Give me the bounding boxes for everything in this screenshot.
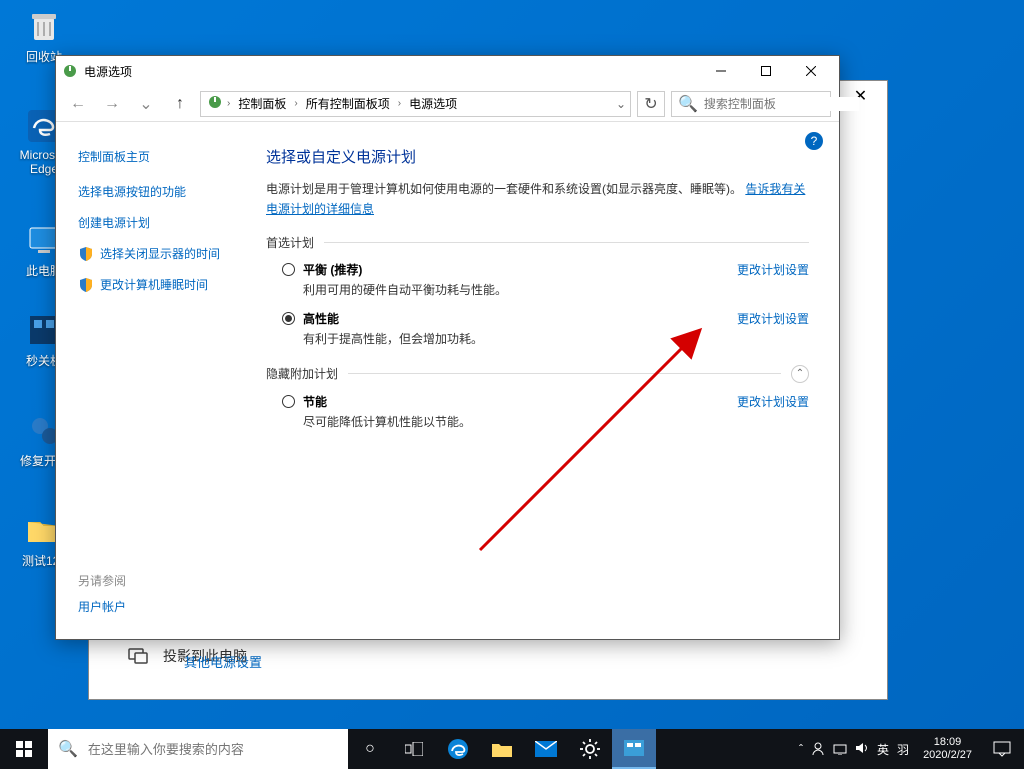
- plan-high-performance: 高性能 有利于提高性能，但会增加功耗。 更改计划设置: [266, 310, 809, 347]
- change-plan-link[interactable]: 更改计划设置: [737, 393, 809, 410]
- page-heading: 选择或自定义电源计划: [266, 146, 809, 167]
- window-body: 控制面板主页 选择电源按钮的功能 创建电源计划 选择关闭显示器的时间 更改计算机…: [56, 122, 839, 639]
- breadcrumb-icon: [207, 94, 223, 113]
- refresh-button[interactable]: ↻: [637, 91, 665, 117]
- chevron-right-icon: ›: [398, 98, 401, 109]
- breadcrumb-dropdown[interactable]: ⌄: [616, 97, 626, 111]
- main-content: ? 选择或自定义电源计划 电源计划是用于管理计算机如何使用电源的一套硬件和系统设…: [256, 122, 839, 639]
- divider: [324, 242, 809, 243]
- tray-network-icon[interactable]: [833, 741, 847, 758]
- sidebar-link[interactable]: 选择电源按钮的功能: [78, 183, 256, 200]
- taskbar-search-input[interactable]: [88, 742, 338, 757]
- nav-forward-button[interactable]: →: [98, 90, 126, 118]
- breadcrumb[interactable]: › 控制面板 › 所有控制面板项 › 电源选项 ⌄: [200, 91, 631, 117]
- shield-icon: [78, 246, 94, 262]
- plan-balanced: 平衡 (推荐) 利用可用的硬件自动平衡功耗与性能。 更改计划设置: [266, 261, 809, 298]
- start-button[interactable]: [0, 729, 48, 769]
- plan-name: 高性能: [303, 310, 737, 327]
- breadcrumb-item[interactable]: 所有控制面板项: [302, 93, 394, 114]
- shield-icon: [78, 277, 94, 293]
- page-description: 电源计划是用于管理计算机如何使用电源的一套硬件和系统设置(如显示器亮度、睡眠等)…: [266, 179, 809, 220]
- chevron-right-icon: ›: [227, 98, 230, 109]
- search-input[interactable]: [704, 97, 859, 111]
- tray-people-icon[interactable]: [811, 741, 825, 758]
- nav-up-button[interactable]: ↑: [166, 90, 194, 118]
- settings-partial-link[interactable]: 其他电源设置: [184, 652, 262, 671]
- description-text: 电源计划是用于管理计算机如何使用电源的一套硬件和系统设置(如显示器亮度、睡眠等)…: [266, 182, 742, 196]
- cortana-button[interactable]: ○: [348, 729, 392, 769]
- plan-description: 有利于提高性能，但会增加功耗。: [303, 330, 737, 347]
- maximize-button[interactable]: [743, 57, 788, 85]
- search-icon: 🔍: [58, 739, 78, 759]
- search-icon: 🔍: [678, 94, 698, 114]
- ime-indicator-2[interactable]: 羽: [897, 741, 909, 758]
- collapse-button[interactable]: ⌃: [791, 365, 809, 383]
- task-view-button[interactable]: [392, 729, 436, 769]
- user-accounts-link[interactable]: 用户帐户: [78, 598, 126, 615]
- radio-button[interactable]: [282, 395, 295, 408]
- plan-power-saver: 节能 尽可能降低计算机性能以节能。 更改计划设置: [266, 393, 809, 430]
- taskbar-mail[interactable]: [524, 729, 568, 769]
- control-panel-window: 电源选项 ← → ⌄ ↑ › 控制面板 › 所有控制面板项 › 电源选项 ⌄ ↻…: [55, 55, 840, 640]
- breadcrumb-item[interactable]: 控制面板: [234, 93, 290, 114]
- plan-name: 节能: [303, 393, 737, 410]
- breadcrumb-item[interactable]: 电源选项: [405, 93, 461, 114]
- chevron-right-icon: ›: [294, 98, 297, 109]
- sidebar-home-link[interactable]: 控制面板主页: [78, 148, 256, 165]
- nav-back-button[interactable]: ←: [64, 90, 92, 118]
- action-center-button[interactable]: [980, 729, 1024, 769]
- plan-description: 尽可能降低计算机性能以节能。: [303, 413, 737, 430]
- close-button[interactable]: [788, 57, 833, 85]
- project-icon: [127, 645, 149, 667]
- radio-button[interactable]: [282, 263, 295, 276]
- change-plan-link[interactable]: 更改计划设置: [737, 310, 809, 327]
- sidebar: 控制面板主页 选择电源按钮的功能 创建电源计划 选择关闭显示器的时间 更改计算机…: [56, 122, 256, 639]
- section-label: 首选计划: [266, 234, 314, 251]
- titlebar: 电源选项: [56, 56, 839, 86]
- taskbar: 🔍 ○ ˆ 英 羽 18:09 2020/2/27: [0, 729, 1024, 769]
- taskbar-settings[interactable]: [568, 729, 612, 769]
- sidebar-link[interactable]: 创建电源计划: [78, 214, 256, 231]
- clock-time: 18:09: [923, 736, 972, 749]
- see-also-label: 另请参阅: [78, 572, 126, 589]
- plan-name: 平衡 (推荐): [303, 261, 737, 278]
- clock-date: 2020/2/27: [923, 749, 972, 762]
- power-options-icon: [62, 63, 78, 79]
- help-button[interactable]: ?: [805, 132, 823, 150]
- plan-description: 利用可用的硬件自动平衡功耗与性能。: [303, 281, 737, 298]
- sidebar-link[interactable]: 更改计算机睡眠时间: [100, 276, 208, 293]
- ime-indicator[interactable]: 英: [877, 741, 889, 758]
- taskbar-control-panel[interactable]: [612, 729, 656, 769]
- taskbar-clock[interactable]: 18:09 2020/2/27: [915, 736, 980, 762]
- sidebar-link[interactable]: 选择关闭显示器的时间: [100, 245, 220, 262]
- window-title: 电源选项: [84, 63, 698, 80]
- taskbar-explorer[interactable]: [480, 729, 524, 769]
- section-label: 隐藏附加计划: [266, 365, 338, 382]
- taskbar-search[interactable]: 🔍: [48, 729, 348, 769]
- windows-icon: [16, 741, 32, 757]
- search-box[interactable]: 🔍: [671, 91, 831, 117]
- nav-bar: ← → ⌄ ↑ › 控制面板 › 所有控制面板项 › 电源选项 ⌄ ↻ 🔍: [56, 86, 839, 122]
- radio-button[interactable]: [282, 312, 295, 325]
- nav-dropdown-button[interactable]: ⌄: [132, 90, 160, 118]
- section-preferred: 首选计划: [266, 234, 809, 251]
- recycle-bin-icon: [24, 6, 64, 46]
- minimize-button[interactable]: [698, 57, 743, 85]
- tray-volume-icon[interactable]: [855, 741, 869, 758]
- change-plan-link[interactable]: 更改计划设置: [737, 261, 809, 278]
- tray-chevron-icon[interactable]: ˆ: [799, 742, 803, 756]
- taskbar-edge[interactable]: [436, 729, 480, 769]
- system-tray: ˆ 英 羽: [793, 741, 915, 758]
- divider: [348, 373, 781, 374]
- section-hidden: 隐藏附加计划 ⌃: [266, 365, 809, 383]
